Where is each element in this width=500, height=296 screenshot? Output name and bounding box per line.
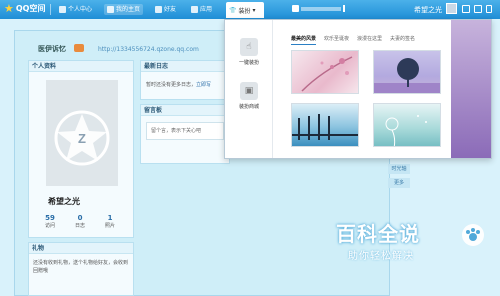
more-icon[interactable] <box>486 5 492 13</box>
petals-image <box>301 56 353 92</box>
write-blog-link[interactable]: 立即写 <box>196 82 211 88</box>
homepage-icon <box>107 6 114 13</box>
stat-visits[interactable]: 59 访问 <box>40 214 60 229</box>
profile-image[interactable]: Z <box>46 80 118 186</box>
nav-my-homepage[interactable]: 我的主页 <box>104 4 144 15</box>
tab-romance[interactable]: 浪漫在这里 <box>357 35 382 45</box>
theme-thumbnail-petals[interactable] <box>291 50 359 94</box>
profile-name: 希望之光 <box>48 197 80 206</box>
gift-panel-title: 礼物 <box>29 243 133 254</box>
theme-preview-strip <box>451 20 491 158</box>
friends-icon <box>155 6 162 13</box>
bag-icon: ▣ <box>240 82 258 100</box>
theme-thumbnail-tree[interactable] <box>373 50 441 94</box>
message-board-panel: 留言板 留个言，表示下关心吧 <box>140 104 230 164</box>
paw-logo-icon <box>462 224 484 246</box>
blog-empty-text: 暂时还没有更多日志，立即写 <box>146 82 212 88</box>
watermark-subtitle: 助你轻松解决 <box>348 251 414 262</box>
theme-tabs: 最美的风景 欢乐圣诞夜 浪漫在这里 夫妻的签名 <box>291 35 415 45</box>
default-avatar-star-icon: Z <box>54 110 110 166</box>
home-icon <box>59 6 66 13</box>
paw-shape <box>466 228 480 241</box>
edit-title-icon[interactable] <box>74 44 84 52</box>
tab-christmas[interactable]: 欢乐圣诞夜 <box>324 35 349 45</box>
more-button[interactable]: 更多 <box>388 178 410 188</box>
theme-thumbnail-pier[interactable] <box>291 103 359 147</box>
svg-text:Z: Z <box>78 131 86 146</box>
dress-mall-option[interactable]: ▣ 装扮商城 <box>231 82 267 110</box>
site-title: 医伊诉忆 <box>38 44 66 53</box>
right-side-buttons: 时光轴 更多 <box>388 164 410 192</box>
dandelion-image <box>385 115 427 146</box>
site-url[interactable]: http://1334556724.qzone.qq.com <box>98 46 199 53</box>
dress-up-dropdown: ☝ 一键装扮 ▣ 装扮商城 最美的风景 欢乐圣诞夜 浪漫在这里 夫妻的签名 <box>224 19 492 159</box>
nav-separator <box>50 4 51 15</box>
music-progress-bar[interactable] <box>301 6 341 11</box>
dress-up-button[interactable]: 👕 装扮 ▾ <box>226 2 264 18</box>
profile-panel-title: 个人资料 <box>29 61 133 72</box>
qzone-logo[interactable]: ★ QQ空间 <box>4 3 45 14</box>
watermark: 百科全说 助你轻松解决 <box>336 218 460 262</box>
pier-image <box>292 114 358 140</box>
music-player <box>292 5 350 12</box>
blog-panel: 最新日志 暂时还没有更多日志，立即写 <box>140 60 230 100</box>
gift-text: 还没有收到礼物，送个礼物给好友，会收到回赠哦 <box>33 260 129 274</box>
gift-panel: 礼物 还没有收到礼物，送个礼物给好友，会收到回赠哦 <box>28 242 134 296</box>
message-input[interactable]: 留个言，表示下关心吧 <box>146 122 224 140</box>
watermark-title: 百科全说 <box>336 222 420 246</box>
nav-apps[interactable]: 应用 <box>188 4 215 15</box>
apps-icon <box>191 6 198 13</box>
message-icon[interactable] <box>462 5 470 13</box>
theme-thumbnail-dandelion[interactable] <box>373 103 441 147</box>
dropdown-sidebar: ☝ 一键装扮 ▣ 装扮商城 <box>225 20 273 158</box>
nav-personal-center[interactable]: 个人中心 <box>56 4 95 15</box>
chevron-down-icon: ▾ <box>252 6 256 14</box>
star-logo-icon: ★ <box>4 1 14 15</box>
nav-friends[interactable]: 好友 <box>152 4 179 15</box>
settings-icon[interactable] <box>474 5 482 13</box>
volume-icon[interactable] <box>343 5 350 12</box>
profile-stats: 59 访问 0 日志 1 照片 <box>40 214 120 229</box>
user-name[interactable]: 希望之光 <box>414 5 442 15</box>
stat-blogs[interactable]: 0 日志 <box>70 214 90 229</box>
shirt-icon: 👕 <box>229 6 237 14</box>
avatar[interactable] <box>446 3 457 14</box>
blog-panel-title: 最新日志 <box>141 61 229 72</box>
tab-best-scenery[interactable]: 最美的风景 <box>291 35 317 45</box>
tab-couple-sign[interactable]: 夫妻的签名 <box>390 35 415 45</box>
timeline-button[interactable]: 时光轴 <box>388 164 410 174</box>
one-click-dress-option[interactable]: ☝ 一键装扮 <box>231 38 267 66</box>
top-navigation-bar: ★ QQ空间 个人中心 我的主页 好友 应用 👕 装扮 ▾ 希望之光 <box>0 0 500 19</box>
stat-photos[interactable]: 1 照片 <box>100 214 120 229</box>
hand-icon: ☝ <box>240 38 258 56</box>
message-board-title: 留言板 <box>141 105 229 116</box>
tree-image <box>374 58 440 93</box>
pause-icon[interactable] <box>292 5 299 12</box>
